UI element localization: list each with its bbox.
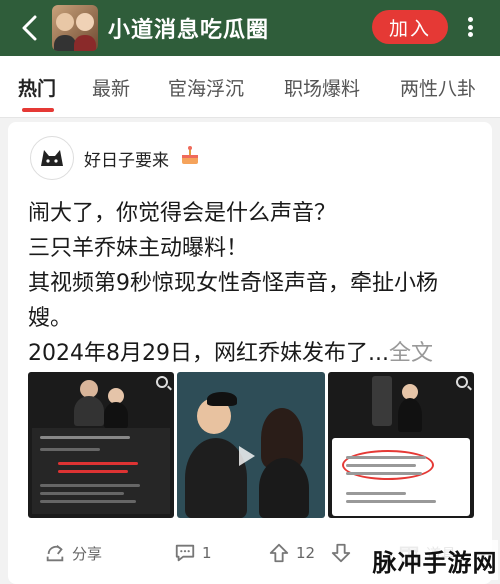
play-icon — [239, 446, 255, 466]
tab-workplace[interactable]: 职场爆料 — [284, 74, 360, 101]
downvote-icon — [331, 543, 351, 563]
post-line: 嫂。 — [28, 306, 73, 331]
join-button[interactable]: 加入 — [372, 10, 448, 44]
post-line: 其视频第9秒惊现女性奇怪声音，牵扯小杨 — [28, 271, 438, 296]
post-image-2[interactable] — [177, 372, 325, 518]
read-more-link[interactable]: 全文 — [389, 341, 433, 366]
post-line-last: 2024年8月29日，网红乔妹发布了...全文 — [28, 336, 478, 371]
upvote-icon — [269, 543, 289, 563]
group-avatar[interactable] — [52, 5, 98, 51]
site-watermark: 脉冲手游网 — [372, 540, 498, 580]
author-name[interactable]: 好日子要来 — [84, 146, 169, 171]
comment-button[interactable]: 1 — [174, 542, 212, 564]
back-button[interactable] — [14, 10, 44, 46]
tab-hot[interactable]: 热门 — [18, 74, 56, 101]
post-body[interactable]: 闹大了，你觉得会是什么声音？ 三只羊乔妹主动曝料！ 其视频第9秒惊现女性奇怪声音… — [28, 196, 478, 371]
tab-officialdom[interactable]: 宦海浮沉 — [168, 74, 244, 101]
author-avatar[interactable] — [30, 136, 74, 180]
vote-count: 12 — [296, 544, 316, 562]
tab-latest[interactable]: 最新 — [92, 74, 130, 101]
active-tab-indicator — [22, 108, 54, 112]
cake-badge-icon — [182, 146, 198, 164]
upvote-button[interactable]: 12 — [268, 542, 315, 564]
comment-icon — [175, 544, 195, 562]
post-card[interactable]: 好日子要来 闹大了，你觉得会是什么声音？ 三只羊乔妹主动曝料！ 其视频第9秒惊现… — [8, 122, 492, 584]
post-line: 2024年8月29日，网红乔妹发布了... — [28, 341, 389, 366]
top-bar: 小道消息吃瓜圈 加入 — [0, 0, 500, 56]
comment-count: 1 — [202, 544, 212, 562]
more-dots-icon[interactable] — [458, 14, 482, 40]
comment-screenshot — [332, 438, 470, 516]
post-line: 闹大了，你觉得会是什么声音？ — [28, 201, 337, 226]
post-image-3[interactable] — [328, 372, 474, 518]
group-title: 小道消息吃瓜圈 — [108, 18, 270, 43]
share-icon — [46, 544, 64, 562]
cat-face-icon — [41, 150, 63, 166]
category-tabs: 热门 最新 宦海浮沉 职场爆料 两性八卦 — [0, 56, 500, 118]
post-line: 三只羊乔妹主动曝料！ — [28, 236, 249, 261]
search-icon — [456, 376, 468, 388]
share-button[interactable]: 分享 — [44, 542, 102, 564]
post-image-1[interactable] — [28, 372, 174, 518]
chat-screenshot — [32, 428, 170, 514]
share-label: 分享 — [72, 544, 103, 563]
downvote-button[interactable] — [330, 542, 358, 564]
back-arrow-icon — [22, 15, 37, 41]
search-icon — [156, 376, 168, 388]
tab-gossip[interactable]: 两性八卦 — [400, 74, 476, 101]
